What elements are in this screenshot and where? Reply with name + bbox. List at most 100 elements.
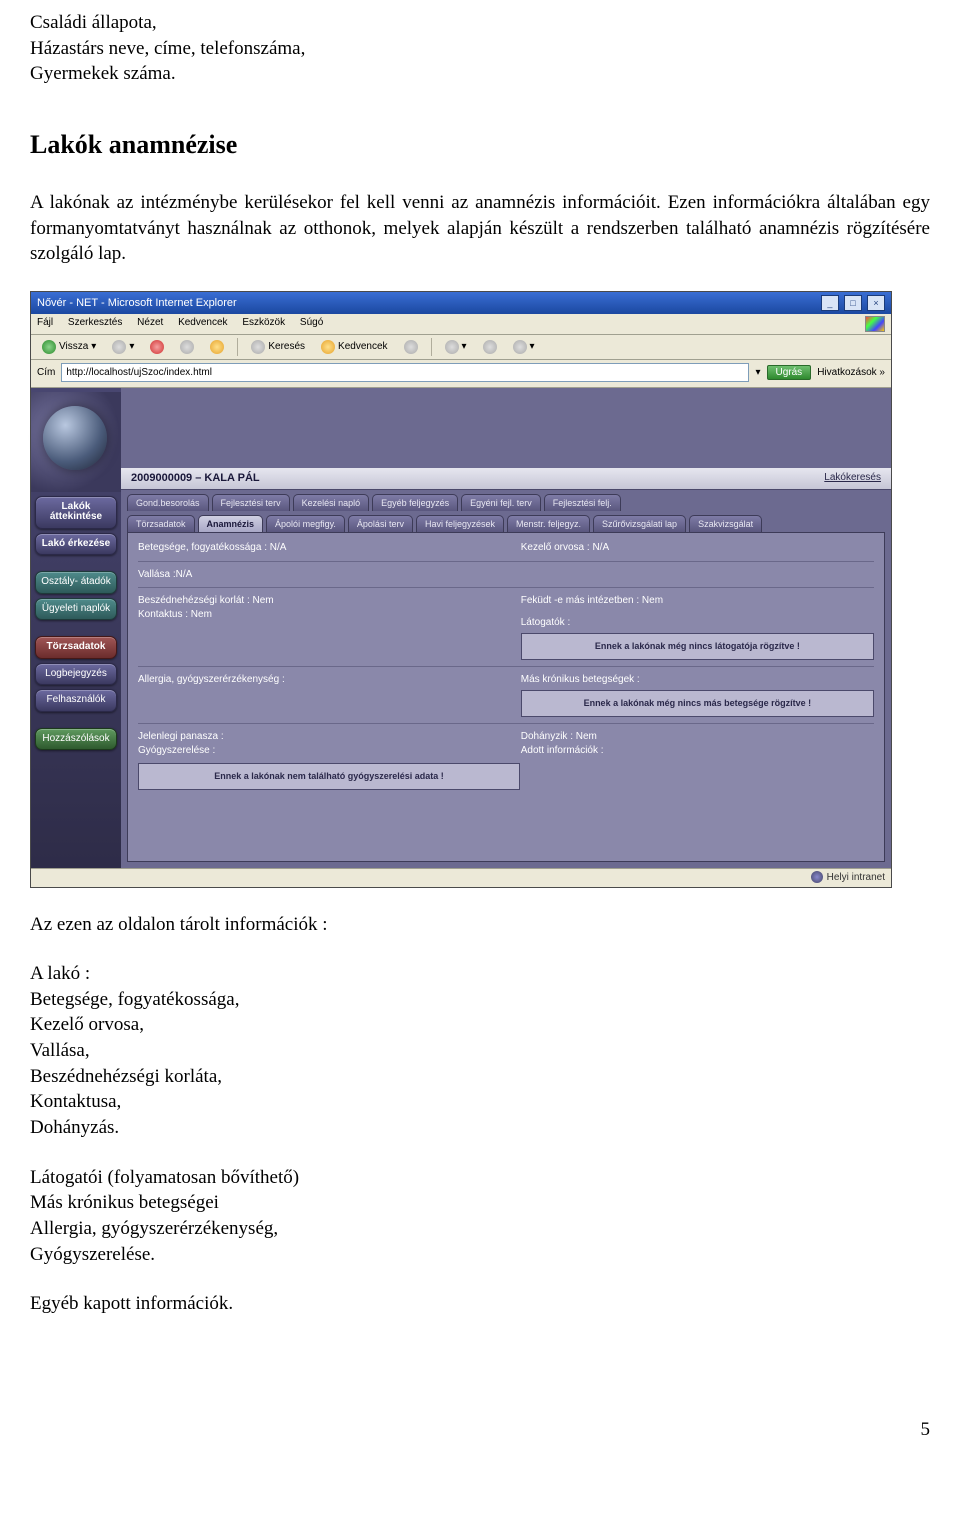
field-betegsege: Betegsége, fogyatékossága : N/A [138,541,491,555]
window-title: Nővér - NET - Microsoft Internet Explore… [37,296,237,311]
history-button[interactable] [399,338,423,356]
forward-button[interactable]: ▾ [107,338,139,356]
home-button[interactable] [205,338,229,356]
print-icon [483,340,497,354]
tab-apoloi-megfigy[interactable]: Ápolói megfigy. [266,515,345,532]
refresh-button[interactable] [175,338,199,356]
list2-item-1: Látogatói (folyamatosan bővíthető) [30,1165,930,1191]
forward-icon [112,340,126,354]
field-beszednehezseg: Beszédnehézségi korlát : Nem [138,594,491,608]
mail-button[interactable]: ▾ [440,338,472,356]
sidebar-item-osztaly-atadok[interactable]: Osztály- átadók [35,571,117,594]
anamnezis-panel: Betegsége, fogyatékossága : N/A Kezelő o… [127,532,885,862]
tab-egyeni-fejl-terv[interactable]: Egyéni fejl. terv [461,494,541,511]
sidebar-item-felhasznalok[interactable]: Felhasználók [35,689,117,712]
tab-szakvizsgalat[interactable]: Szakvizsgálat [689,515,762,532]
field-fekudt: Feküdt -e más intézetben : Nem [521,594,874,608]
address-label: Cím [37,366,55,380]
latogatok-empty-box: Ennek a lakónak még nincs látogatója rög… [521,633,874,660]
print-button[interactable] [478,338,502,356]
menu-help[interactable]: Súgó [300,317,323,328]
search-button[interactable]: Keresés [246,338,310,356]
list1-item-3: Vallása, [30,1038,930,1064]
stop-icon [150,340,164,354]
patient-id-name: 2009000009 – KALA PÁL [131,471,260,486]
tab-row-lower: Törzsadatok Anamnézis Ápolói megfigy. Áp… [121,511,891,532]
app-screenshot: Nővér - NET - Microsoft Internet Explore… [30,291,892,888]
ie-address-bar: Cím ▾ Ugrás Hivatkozások » [31,360,891,388]
maximize-button[interactable]: □ [844,295,862,311]
section-heading: Lakók anamnézise [30,127,930,162]
field-gyogyszerelese: Gyógyszerelése : [138,744,491,758]
tab-fejlesztesi-terv[interactable]: Fejlesztési terv [212,494,290,511]
intranet-zone-icon [811,871,823,883]
field-kontaktus: Kontaktus : Nem [138,608,491,622]
ie-toolbar: Vissza ▾ ▾ Keresés Kedvencek ▾ ▾ [31,335,891,360]
history-icon [404,340,418,354]
menu-tools[interactable]: Eszközök [242,317,285,328]
sidebar-item-lako-erkezese[interactable]: Lakó érkezése [35,533,117,556]
go-button[interactable]: Ugrás [767,365,812,380]
app-sidebar: Lakók áttekintése Lakó érkezése Osztály-… [31,388,121,868]
tab-menstr-feljegyz[interactable]: Menstr. feljegyz. [507,515,590,532]
menu-favorites[interactable]: Kedvencek [178,317,227,328]
back-icon [42,340,56,354]
page-number: 5 [30,1417,930,1443]
list1-item-4: Beszédnehézségi korláta, [30,1064,930,1090]
tab-anamnezis[interactable]: Anamnézis [198,515,264,532]
sidebar-item-logbejegyzes[interactable]: Logbejegyzés [35,663,117,686]
patient-search-link[interactable]: Lakókeresés [824,471,881,486]
windows-flag-icon [865,316,885,332]
ie-status-bar: Helyi intranet [31,868,891,887]
tab-row-upper: Gond.besorolás Fejlesztési terv Kezelési… [121,490,891,511]
tab-szurovizsgalati-lap[interactable]: Szűrővizsgálati lap [593,515,686,532]
field-jelenlegi-panasza: Jelenlegi panasza : [138,730,491,744]
sidebar-item-torzsadatok[interactable]: Törzsadatok [35,636,117,659]
back-button[interactable]: Vissza ▾ [37,338,101,356]
links-label[interactable]: Hivatkozások » [817,366,885,380]
home-icon [210,340,224,354]
mail-icon [445,340,459,354]
sidebar-item-ugyeleti-naplok[interactable]: Ügyeleti naplók [35,598,117,621]
edit-icon [513,340,527,354]
window-controls: _ □ × [819,295,885,311]
edit-button[interactable]: ▾ [508,338,540,356]
refresh-icon [180,340,194,354]
menu-view[interactable]: Nézet [137,317,163,328]
section-paragraph: A lakónak az intézménybe kerülésekor fel… [30,190,930,267]
menu-file[interactable]: Fájl [37,317,53,328]
tab-torzsadatok[interactable]: Törzsadatok [127,515,195,532]
search-icon [251,340,265,354]
list1-item-2: Kezelő orvosa, [30,1012,930,1038]
menu-edit[interactable]: Szerkesztés [68,317,122,328]
app-banner [31,392,121,492]
list1-head: A lakó : [30,961,930,987]
list1-item-1: Betegsége, fogyatékossága, [30,987,930,1013]
tab-egyeb-feljegyzes[interactable]: Egyéb feljegyzés [372,494,458,511]
app-main: 2009000009 – KALA PÁL Lakókeresés Gond.b… [121,388,891,868]
tab-kezelesi-naplo[interactable]: Kezelési napló [293,494,370,511]
field-kezelo-orvosa: Kezelő orvosa : N/A [521,541,874,555]
intro-line-3: Gyermekek száma. [30,61,930,87]
favorites-button[interactable]: Kedvencek [316,338,392,356]
field-allergia: Allergia, gyógyszerérzékenység : [138,673,491,717]
ie-menubar: Fájl Szerkesztés Nézet Kedvencek Eszközö… [31,314,891,335]
tab-havi-feljegyzesek[interactable]: Havi feljegyzések [416,515,504,532]
field-adott-informaciok: Adott információk : [521,744,874,758]
field-kronikus-label: Más krónikus betegségek : [521,673,874,687]
address-input[interactable] [61,363,749,382]
tab-apolasi-terv[interactable]: Ápolási terv [348,515,413,532]
list3-line: Egyéb kapott információk. [30,1291,930,1317]
status-text: Helyi intranet [827,872,885,883]
sidebar-item-lakok-attekintese[interactable]: Lakók áttekintése [35,496,117,529]
sidebar-item-hozzaszolasok[interactable]: Hozzászólások [35,728,117,751]
ie-titlebar: Nővér - NET - Microsoft Internet Explore… [31,292,891,314]
kronikus-empty-box: Ennek a lakónak még nincs más betegsége … [521,690,874,717]
stop-button[interactable] [145,338,169,356]
tab-gond-besorolas[interactable]: Gond.besorolás [127,494,209,511]
patient-bar: 2009000009 – KALA PÁL Lakókeresés [121,468,891,490]
close-button[interactable]: × [867,295,885,311]
tab-fejlesztesi-felj[interactable]: Fejlesztési felj. [544,494,621,511]
field-vallasa: Vallása :N/A [138,568,491,582]
minimize-button[interactable]: _ [821,295,839,311]
